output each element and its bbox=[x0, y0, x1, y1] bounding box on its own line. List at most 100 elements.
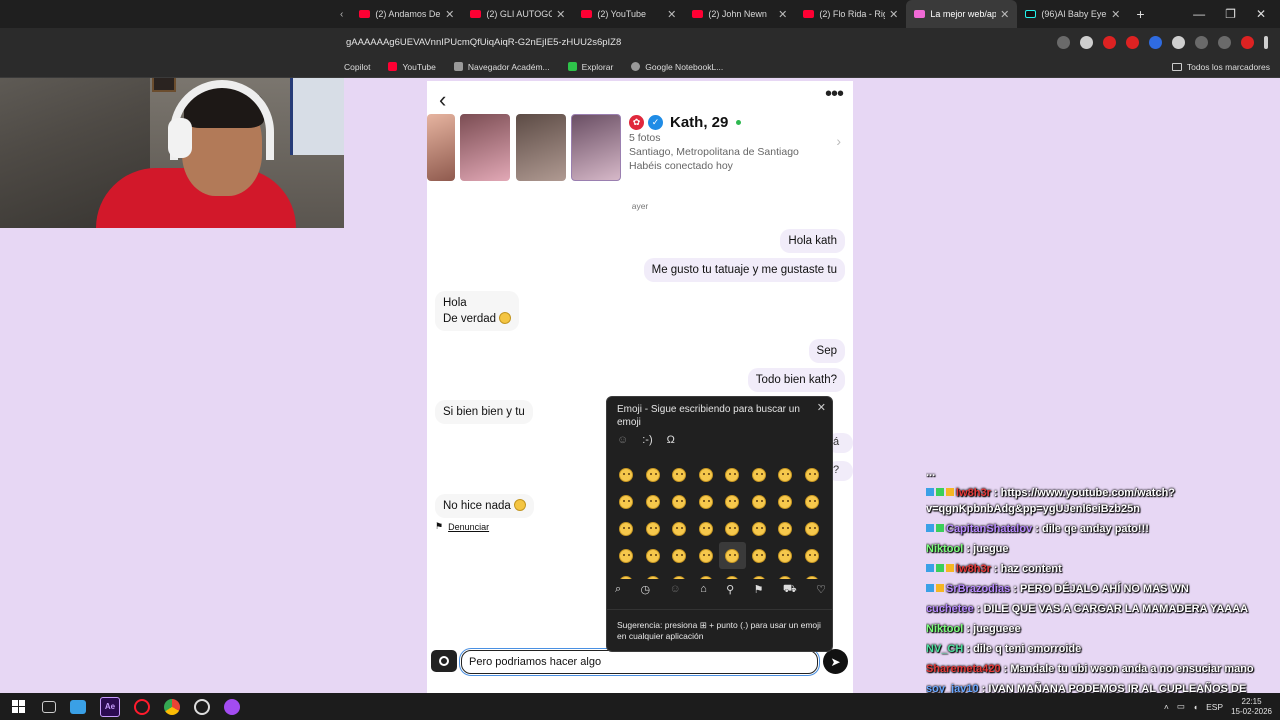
emoji-cell[interactable] bbox=[666, 488, 693, 515]
bookmark-copilot[interactable]: Copilot bbox=[344, 62, 370, 72]
emoji-tab-smileys-icon[interactable]: ☺ bbox=[670, 583, 681, 597]
url-field[interactable]: gAAAAAAg6UEVAVnnIPUcmQfUiqAiqR-G2nEjIE5-… bbox=[0, 37, 1057, 48]
emoji-cell[interactable] bbox=[640, 515, 667, 542]
all-bookmarks[interactable]: Todos los marcadores bbox=[1171, 56, 1270, 78]
emoji-cell[interactable] bbox=[613, 488, 640, 515]
obs-icon[interactable] bbox=[194, 698, 210, 715]
new-tab-button[interactable]: + bbox=[1136, 6, 1144, 22]
task-view-icon[interactable] bbox=[42, 700, 56, 713]
emoji-cell[interactable] bbox=[799, 569, 826, 579]
message-input[interactable] bbox=[459, 648, 820, 676]
emoji-tab-buildings-icon[interactable]: ⌂ bbox=[700, 583, 707, 597]
emoji-cell[interactable] bbox=[640, 461, 667, 488]
minimize-icon[interactable]: — bbox=[1193, 7, 1205, 21]
extension-icon[interactable] bbox=[1172, 35, 1185, 49]
emoji-tab-flags-icon[interactable]: ⚑ bbox=[754, 583, 764, 597]
profile-summary[interactable]: ✿ ✓ Kath, 29 5 fotos Santiago, Metropoli… bbox=[629, 114, 839, 173]
windows-start-icon[interactable] bbox=[8, 697, 28, 717]
emoji-cell[interactable] bbox=[640, 569, 667, 579]
emoji-tab-search-icon[interactable]: ⌕ bbox=[615, 583, 621, 597]
emoji-cell[interactable] bbox=[640, 542, 667, 569]
menu-icon[interactable] bbox=[1264, 35, 1268, 49]
back-arrow-icon[interactable]: ‹ bbox=[439, 87, 446, 113]
emoji-cell[interactable] bbox=[719, 569, 746, 579]
emoji-cell[interactable] bbox=[799, 542, 826, 569]
extensions-puzzle-icon[interactable] bbox=[1195, 35, 1208, 49]
language-indicator[interactable]: ESP bbox=[1206, 702, 1223, 712]
emoji-tab-recent-icon[interactable]: ◷ bbox=[641, 583, 651, 597]
browser-tab[interactable]: (2) Flo Rida - Righ ✕ bbox=[795, 0, 906, 28]
emoji-cell[interactable] bbox=[746, 461, 773, 488]
chrome-icon[interactable] bbox=[164, 698, 180, 715]
emoji-category-emoji[interactable]: ☺ bbox=[617, 434, 628, 446]
profile-photo[interactable] bbox=[460, 114, 510, 181]
after-effects-icon[interactable]: Ae bbox=[100, 696, 120, 717]
network-icon[interactable]: ▭ bbox=[1177, 701, 1185, 712]
close-window-icon[interactable]: ✕ bbox=[1256, 7, 1266, 21]
emoji-cell[interactable] bbox=[693, 515, 720, 542]
extension-icon[interactable] bbox=[1126, 35, 1139, 49]
emoji-cell[interactable] bbox=[719, 542, 746, 569]
emoji-cell[interactable] bbox=[693, 569, 720, 579]
emoji-cell[interactable] bbox=[666, 461, 693, 488]
tab-close-icon[interactable]: ✕ bbox=[556, 8, 565, 21]
tab-close-icon[interactable]: ✕ bbox=[445, 8, 454, 21]
chevron-right-icon[interactable]: › bbox=[836, 133, 841, 149]
profile-avatar-icon[interactable] bbox=[1241, 35, 1254, 49]
extension-icon[interactable] bbox=[1103, 35, 1116, 49]
tab-close-icon[interactable]: ✕ bbox=[667, 8, 676, 21]
emoji-cell[interactable] bbox=[719, 515, 746, 542]
send-button[interactable]: ➤ bbox=[823, 649, 848, 674]
browser-tab[interactable]: (96)Al Baby Eyeb ✕ bbox=[1017, 0, 1128, 28]
emoji-cell[interactable] bbox=[772, 542, 799, 569]
discord-icon[interactable] bbox=[224, 698, 240, 715]
emoji-tab-hearts-icon[interactable]: ♡ bbox=[816, 583, 826, 597]
emoji-cell[interactable] bbox=[719, 461, 746, 488]
opera-icon[interactable] bbox=[134, 698, 150, 715]
emoji-cell[interactable] bbox=[693, 461, 720, 488]
emoji-cell[interactable] bbox=[799, 515, 826, 542]
tab-close-icon[interactable]: ✕ bbox=[1111, 8, 1120, 21]
profile-photo[interactable] bbox=[427, 114, 455, 181]
tab-scroll-left-icon[interactable]: ‹ bbox=[340, 9, 343, 20]
emoji-cell[interactable] bbox=[719, 488, 746, 515]
emoji-cell[interactable] bbox=[772, 569, 799, 579]
emoji-cell[interactable] bbox=[746, 515, 773, 542]
bookmark-notebooklm[interactable]: Google NotebookL... bbox=[631, 62, 723, 72]
emoji-cell[interactable] bbox=[799, 461, 826, 488]
camera-button[interactable] bbox=[431, 650, 457, 672]
browser-tab[interactable]: (2) John Newn ✕ bbox=[684, 0, 795, 28]
emoji-cell[interactable] bbox=[640, 488, 667, 515]
emoji-tab-vehicles-icon[interactable]: ⛟ bbox=[783, 583, 797, 597]
emoji-cell[interactable] bbox=[746, 488, 773, 515]
browser-tab[interactable]: (2) GLI AUTOGOL✕ bbox=[462, 0, 573, 28]
volume-icon[interactable]: ◖ bbox=[1193, 702, 1198, 712]
emoji-cell[interactable] bbox=[666, 569, 693, 579]
emoji-tab-objects-icon[interactable]: ⚲ bbox=[726, 583, 734, 597]
media-icon[interactable] bbox=[1218, 35, 1231, 49]
file-explorer-icon[interactable] bbox=[70, 699, 86, 714]
bookmark-explorar[interactable]: Explorar bbox=[567, 62, 613, 72]
emoji-cell[interactable] bbox=[799, 488, 826, 515]
emoji-cell[interactable] bbox=[746, 542, 773, 569]
browser-tab[interactable]: La mejor web/ap ✕ bbox=[906, 0, 1018, 28]
close-icon[interactable]: ✕ bbox=[817, 401, 826, 414]
more-options-icon[interactable]: ••• bbox=[825, 83, 844, 106]
emoji-category-kaomoji[interactable]: :-) bbox=[642, 434, 652, 446]
emoji-cell[interactable] bbox=[666, 542, 693, 569]
install-app-icon[interactable] bbox=[1057, 35, 1070, 49]
emoji-cell[interactable] bbox=[772, 461, 799, 488]
report-link[interactable]: ⚑ Denunciar bbox=[435, 521, 489, 532]
profile-photo[interactable] bbox=[516, 114, 566, 181]
emoji-category-symbols[interactable]: Ω bbox=[667, 434, 675, 446]
emoji-cell[interactable] bbox=[613, 461, 640, 488]
emoji-cell[interactable] bbox=[613, 542, 640, 569]
bookmark-star-icon[interactable] bbox=[1080, 35, 1093, 49]
emoji-cell[interactable] bbox=[613, 569, 640, 579]
emoji-cell[interactable] bbox=[666, 515, 693, 542]
restore-icon[interactable]: ❐ bbox=[1225, 7, 1236, 21]
emoji-cell[interactable] bbox=[772, 515, 799, 542]
emoji-cell[interactable] bbox=[772, 488, 799, 515]
emoji-cell[interactable] bbox=[746, 569, 773, 579]
tab-close-icon[interactable]: ✕ bbox=[1000, 8, 1009, 21]
